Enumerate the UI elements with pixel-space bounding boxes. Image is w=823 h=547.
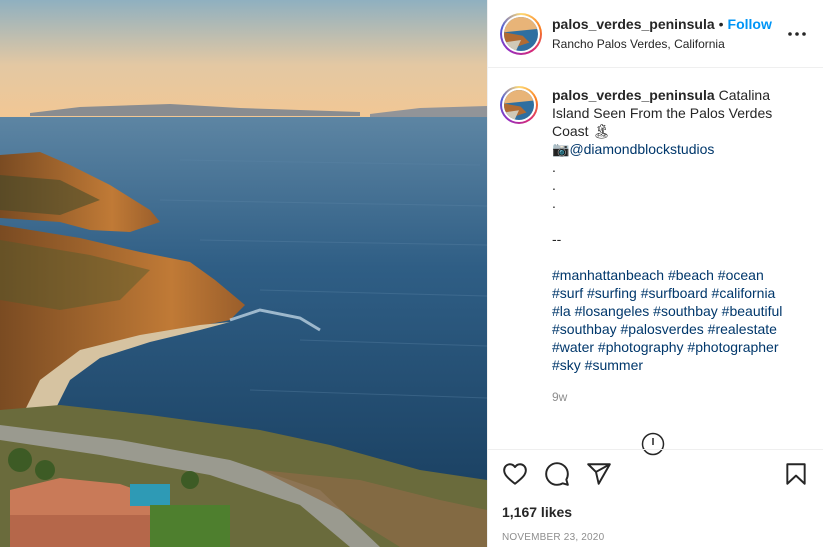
caption-text: palos_verdes_peninsula Catalina Island Se… (552, 86, 792, 406)
post-photo[interactable] (0, 0, 487, 547)
likes-count[interactable]: 1,167 likes (502, 504, 809, 520)
profile-avatar[interactable] (500, 12, 542, 55)
post-details-panel: palos_verdes_peninsula • Follow Rancho P… (487, 0, 823, 547)
coastline-photo (0, 0, 487, 547)
caption-time-ago[interactable]: 9w (552, 388, 792, 406)
post-author-username[interactable]: palos_verdes_peninsula (552, 16, 715, 32)
more-options-icon[interactable] (785, 22, 809, 46)
hashtags[interactable]: #manhattanbeach #beach #ocean #surf #sur… (552, 266, 792, 374)
avatar-image (504, 16, 538, 51)
mention-link[interactable]: @diamondblockstudios (569, 141, 714, 157)
post-header: palos_verdes_peninsula • Follow Rancho P… (488, 0, 823, 68)
avatar-image (504, 90, 534, 120)
bookmark-icon[interactable] (783, 461, 809, 487)
caption-dashes: -- (552, 231, 562, 247)
post-date[interactable]: NOVEMBER 23, 2020 (502, 532, 809, 543)
caption-dot: . (552, 159, 556, 175)
comment-icon[interactable] (544, 461, 570, 487)
caption-dot: . (552, 195, 556, 211)
follow-button[interactable]: Follow (728, 16, 772, 32)
comments-section: palos_verdes_peninsula Catalina Island Se… (488, 68, 823, 449)
caption-dot: . (552, 177, 556, 193)
caption-avatar[interactable] (500, 86, 538, 124)
heart-icon[interactable] (502, 461, 528, 487)
caption-username[interactable]: palos_verdes_peninsula (552, 87, 715, 103)
post-actions: 1,167 likes NOVEMBER 23, 2020 (488, 449, 823, 543)
separator-dot: • (718, 16, 724, 32)
share-icon[interactable] (586, 461, 612, 487)
caption-comment: palos_verdes_peninsula Catalina Island Se… (500, 86, 809, 406)
camera-emoji: 📷 (552, 141, 570, 157)
post-location[interactable]: Rancho Palos Verdes, California (552, 37, 785, 51)
